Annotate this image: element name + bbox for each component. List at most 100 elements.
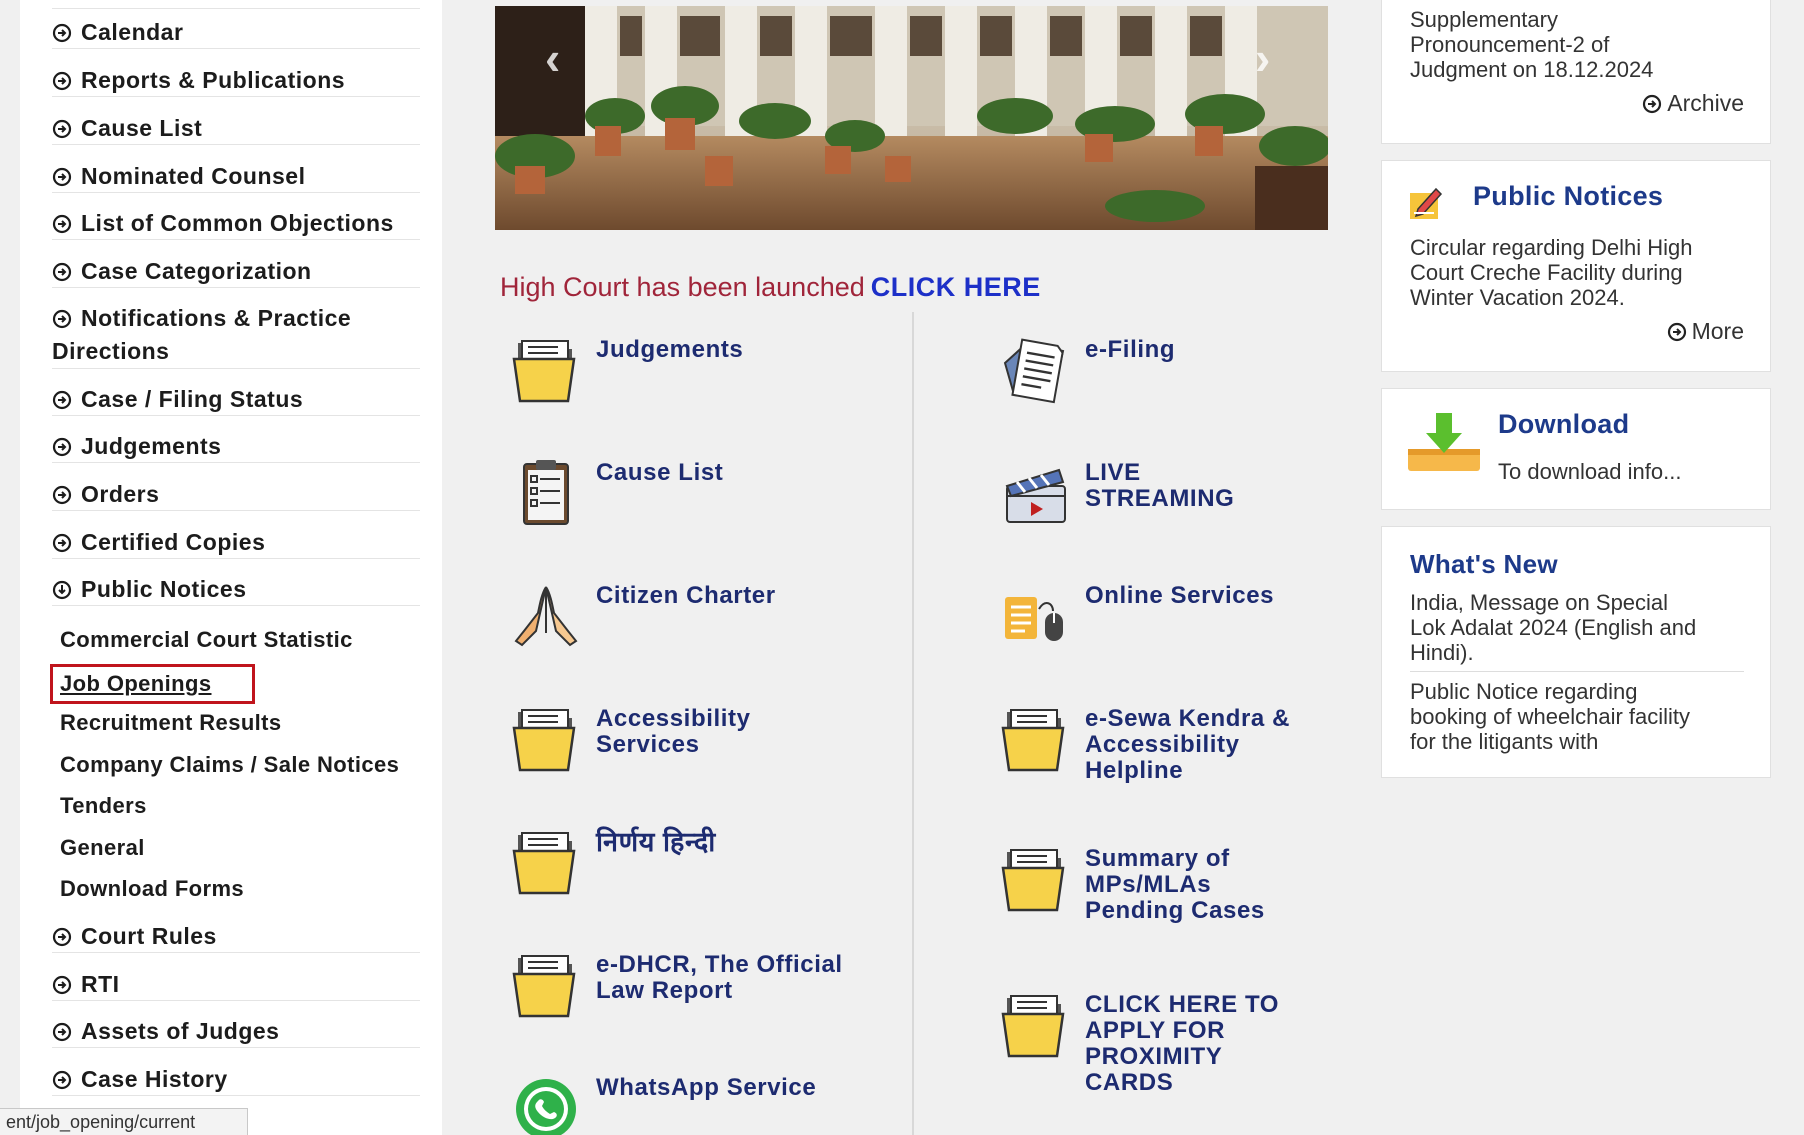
sidebar-item-download-forms[interactable]: Download Forms [60,873,428,905]
sidebar-item-label: Orders [81,481,160,507]
sidebar-item-label: Certified Copies [81,529,266,555]
whatsapp-icon [516,1079,576,1135]
sidebar-item-label: Case / Filing Status [81,386,304,412]
sidebar-item-common-objections[interactable]: List of Common Objections [52,207,420,240]
tile-label: WhatsApp Service [596,1074,817,1101]
public-notices-card: Public Notices Circular regarding Delhi … [1381,160,1771,372]
more-link[interactable]: More [1667,318,1744,345]
circle-arrow-down-icon [52,580,72,600]
sidebar-item-label: Company Claims / Sale Notices [60,752,400,777]
carousel-next-button[interactable]: › [1255,31,1270,85]
sidebar-item-nominated-counsel[interactable]: Nominated Counsel [52,160,420,193]
sidebar-item-case-history[interactable]: Case History [52,1063,420,1096]
sidebar-item-notifications-practice-directions[interactable]: Notifications & Practice Directions [52,302,420,369]
tile-label: Accessibility Services [596,705,751,758]
sidebar-item-label-line2: Directions [52,338,170,364]
tile-label: Cause List [596,459,724,486]
tile-label: e-Filing [1085,336,1176,363]
sidebar-item-calendar[interactable]: Calendar [52,16,420,49]
tile-label: e-Sewa Kendra & Accessibility Helpline [1085,705,1291,784]
archive-link-label: Archive [1667,90,1744,116]
tile-label: Summary of MPs/MLAs Pending Cases [1085,845,1265,924]
circle-arrow-icon [1643,94,1662,114]
tile-label: निर्णय हिन्दी [596,827,716,857]
download-card[interactable]: Download To download info... [1381,388,1771,510]
sidebar-item-certified-copies[interactable]: Certified Copies [52,526,420,559]
court-building-photo [495,6,1328,230]
sidebar-item-case-filing-status[interactable]: Case / Filing Status [52,383,420,416]
clapperboard-icon [1005,468,1066,523]
more-link-label: More [1691,318,1744,344]
sidebar-item-label: Court Rules [81,923,217,949]
tile-label: Online Services [1085,582,1275,609]
sidebar-item-label: General [60,835,145,860]
download-title: Download [1498,409,1630,439]
sidebar-item-label: Case History [81,1066,228,1092]
tile-label: Judgements [596,336,744,363]
sidebar-item-label: Nominated Counsel [81,163,306,189]
whats-new-item[interactable]: Public Notice regarding booking of wheel… [1410,679,1750,754]
circle-arrow-icon [52,214,72,234]
sidebar-item-cause-list[interactable]: Cause List [52,112,420,145]
sidebar-item-commercial-court-statistic[interactable]: Commercial Court Statistic [60,624,428,656]
circle-arrow-icon [52,975,72,995]
launch-announcement: High Court has been launched CLICK HERE [500,272,1041,303]
folder-icon [512,709,576,772]
folder-icon [512,955,576,1018]
circle-arrow-icon [52,1070,72,1090]
sidebar-item-judgements[interactable]: Judgements [52,430,420,463]
judgment-pronouncement-card: Supplementary Pronouncement-2 of Judgmen… [1381,0,1771,144]
sidebar-item-tenders[interactable]: Tenders [60,790,428,822]
sidebar-item-label: RTI [81,971,120,997]
circle-arrow-icon [52,119,72,139]
whats-new-title: What's New [1410,549,1558,579]
browser-status-url: ent/job_opening/current [0,1108,248,1135]
sidebar-item-general[interactable]: General [60,832,428,864]
sidebar-item-assets-of-judges[interactable]: Assets of Judges [52,1015,420,1048]
tile-label: LIVE STREAMING [1085,459,1235,512]
sidebar-item-public-notices[interactable]: Public Notices [52,573,420,606]
folder-icon [1001,995,1065,1058]
sidebar-item-label: Case Categorization [81,258,312,284]
sidebar-item-label: Commercial Court Statistic [60,627,353,652]
banner-carousel[interactable]: ‹ › [495,6,1328,230]
folder-icon [1001,709,1065,772]
sidebar-item-label: Judgements [81,433,222,459]
whats-new-item[interactable]: India, Message on Special Lok Adalat 202… [1410,590,1750,676]
public-notices-title[interactable]: Public Notices [1473,181,1663,212]
sidebar-item-label: Recruitment Results [60,710,282,735]
public-notice-item[interactable]: Circular regarding Delhi High Court Crec… [1410,235,1692,310]
circle-arrow-icon [52,23,72,43]
tile-label: Citizen Charter [596,582,776,609]
archive-link[interactable]: Archive [1642,90,1744,117]
circle-arrow-icon [52,262,72,282]
carousel-prev-button[interactable]: ‹ [545,31,560,85]
circle-arrow-icon [52,390,72,410]
sidebar-item-label: Assets of Judges [81,1018,280,1044]
sidebar-item-case-categorization[interactable]: Case Categorization [52,255,420,288]
sidebar-item-company-claims[interactable]: Company Claims / Sale Notices [60,749,428,781]
launch-text: High Court has been launched [500,272,865,302]
sidebar-item-court-rules[interactable]: Court Rules [52,920,420,953]
folder-icon [1001,849,1065,912]
sidebar-item-label: Calendar [81,19,184,45]
folder-icon [512,832,576,895]
card-text: Supplementary Pronouncement-2 of Judgmen… [1410,7,1654,82]
column-divider [912,312,914,1135]
download-description: To download info... [1498,459,1682,484]
sidebar-item-job-openings[interactable]: Job Openings [50,664,255,704]
folder-icon [512,340,576,403]
sidebar-item-rti[interactable]: RTI [52,968,420,1001]
tile-label: CLICK HERE TO APPLY FOR PROXIMITY CARDS [1085,991,1280,1096]
sidebar-item-recruitment-results[interactable]: Recruitment Results [60,707,428,739]
whats-new-divider [1410,671,1744,672]
praying-hands-icon [514,586,578,647]
sidebar-item-reports-publications[interactable]: Reports & Publications [52,64,420,97]
launch-click-here-link[interactable]: CLICK HERE [871,272,1041,302]
document-icon [1003,338,1065,404]
download-icon [1408,413,1480,471]
circle-arrow-icon [52,309,72,329]
sidebar-item-label: Public Notices [81,576,247,602]
sidebar-item-orders[interactable]: Orders [52,478,420,511]
sidebar-item-label: Cause List [81,115,203,141]
